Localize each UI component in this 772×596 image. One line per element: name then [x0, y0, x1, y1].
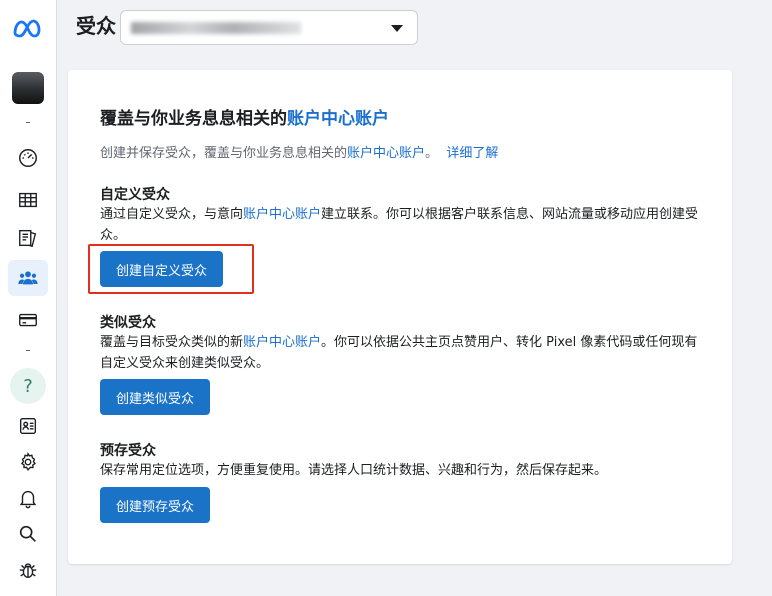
- news-icon[interactable]: [8, 408, 48, 444]
- custom-audience-title: 自定义受众: [100, 187, 170, 203]
- page-title: 受众: [76, 14, 116, 38]
- card-subtitle: 创建并保存受众，覆盖与你业务息息相关的账户中心账户。 详细了解: [100, 146, 499, 161]
- help-icon[interactable]: ?: [10, 368, 46, 404]
- accounts-center-link[interactable]: 账户中心账户: [243, 207, 321, 222]
- bug-icon[interactable]: [8, 552, 48, 588]
- saved-audience-desc: 保存常用定位选项，方便重复使用。请选择人口统计数据、兴趣和行为，然后保存起来。: [100, 463, 608, 478]
- accounts-center-link[interactable]: 账户中心账户: [347, 146, 425, 161]
- card-title: 覆盖与你业务息息相关的账户中心账户: [100, 109, 389, 129]
- accounts-center-link[interactable]: 账户中心账户: [243, 335, 321, 350]
- dashboard-gauge-icon[interactable]: [8, 140, 48, 176]
- account-avatar[interactable]: [12, 72, 44, 104]
- settings-gear-icon[interactable]: [8, 444, 48, 480]
- table-icon[interactable]: [8, 182, 48, 218]
- bell-icon[interactable]: [8, 480, 48, 516]
- create-custom-audience-button[interactable]: 创建自定义受众: [100, 251, 224, 287]
- saved-audience-title: 预存受众: [100, 443, 156, 459]
- lookalike-audience-title: 类似受众: [100, 315, 156, 331]
- chevron-down-icon: [391, 25, 403, 32]
- account-name-redacted: [131, 22, 301, 34]
- left-sidebar: ?: [0, 0, 57, 596]
- search-icon[interactable]: [8, 516, 48, 552]
- divider: [26, 350, 30, 351]
- learn-more-link[interactable]: 详细了解: [446, 146, 498, 161]
- billing-card-icon[interactable]: [8, 302, 48, 338]
- audience-people-icon[interactable]: [8, 260, 48, 296]
- lookalike-audience-desc: 覆盖与目标受众类似的新账户中心账户。你可以依据公共主页点赞用户、转化 Pixel…: [100, 335, 698, 371]
- audience-creation-card: 覆盖与你业务息息相关的账户中心账户 创建并保存受众，覆盖与你业务息息相关的账户中…: [68, 70, 732, 564]
- ad-account-dropdown[interactable]: [120, 10, 418, 45]
- divider: [26, 122, 30, 123]
- create-lookalike-audience-button[interactable]: 创建类似受众: [100, 379, 211, 415]
- meta-logo-icon[interactable]: [12, 14, 44, 42]
- pages-icon[interactable]: [8, 220, 48, 256]
- create-saved-audience-button[interactable]: 创建预存受众: [100, 487, 211, 523]
- custom-audience-desc: 通过自定义受众，与意向账户中心账户建立联系。你可以根据客户联系信息、网站流量或移…: [100, 207, 699, 243]
- accounts-center-link[interactable]: 账户中心账户: [287, 109, 389, 129]
